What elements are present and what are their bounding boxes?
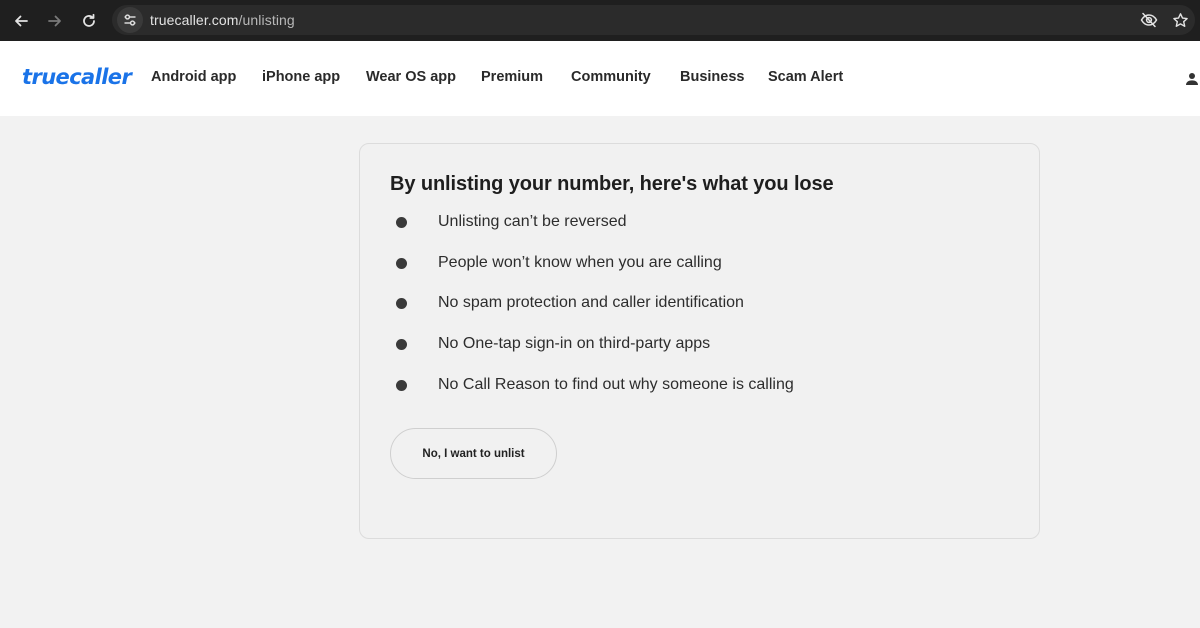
unlisting-card: By unlisting your number, here's what yo… [359, 143, 1040, 539]
card-title: By unlisting your number, here's what yo… [390, 173, 834, 195]
nav-link-business[interactable]: Business [680, 69, 744, 85]
user-account-icon[interactable] [1184, 71, 1200, 87]
back-arrow-icon[interactable] [6, 6, 36, 36]
browser-toolbar: truecaller.com/unlisting [0, 0, 1200, 41]
list-item-text: No Call Reason to find out why someone i… [438, 376, 794, 393]
nav-link-iphone-app[interactable]: iPhone app [262, 69, 340, 85]
site-header: truecaller Android app iPhone app Wear O… [0, 41, 1200, 116]
bullet-dot-icon [396, 297, 407, 309]
bullet-dot-icon [396, 379, 407, 391]
address-bar[interactable]: truecaller.com/unlisting [112, 5, 1195, 35]
list-item: People won’t know when you are calling [396, 252, 722, 274]
site-settings-icon[interactable] [117, 7, 143, 33]
nav-link-community[interactable]: Community [571, 69, 651, 85]
bookmark-star-icon[interactable] [1172, 12, 1189, 29]
url-text: truecaller.com/unlisting [150, 12, 295, 28]
url-path: /unlisting [238, 12, 295, 28]
bullet-dot-icon [396, 257, 407, 269]
nav-link-wear-os-app[interactable]: Wear OS app [366, 69, 456, 85]
list-item-text: No One-tap sign-in on third-party apps [438, 335, 711, 352]
truecaller-logo[interactable]: truecaller [22, 65, 132, 89]
list-item: No One-tap sign-in on third-party apps [396, 333, 710, 355]
list-item: No Call Reason to find out why someone i… [396, 374, 794, 396]
url-host: truecaller.com [150, 12, 239, 28]
list-item-text: People won’t know when you are calling [438, 254, 722, 271]
confirm-unlist-button[interactable]: No, I want to unlist [390, 428, 557, 479]
nav-link-scam-alert[interactable]: Scam Alert [768, 69, 843, 85]
nav-link-premium[interactable]: Premium [481, 69, 543, 85]
reload-icon[interactable] [74, 6, 104, 36]
eye-off-icon[interactable] [1140, 11, 1158, 29]
bullet-dot-icon [396, 338, 407, 350]
list-item-text: No spam protection and caller identifica… [438, 294, 744, 311]
list-item: Unlisting can’t be reversed [396, 211, 627, 233]
nav-link-android-app[interactable]: Android app [151, 69, 236, 85]
list-item: No spam protection and caller identifica… [396, 292, 744, 314]
forward-arrow-icon[interactable] [40, 6, 70, 36]
list-item-text: Unlisting can’t be reversed [438, 213, 627, 230]
bullet-dot-icon [396, 216, 407, 228]
